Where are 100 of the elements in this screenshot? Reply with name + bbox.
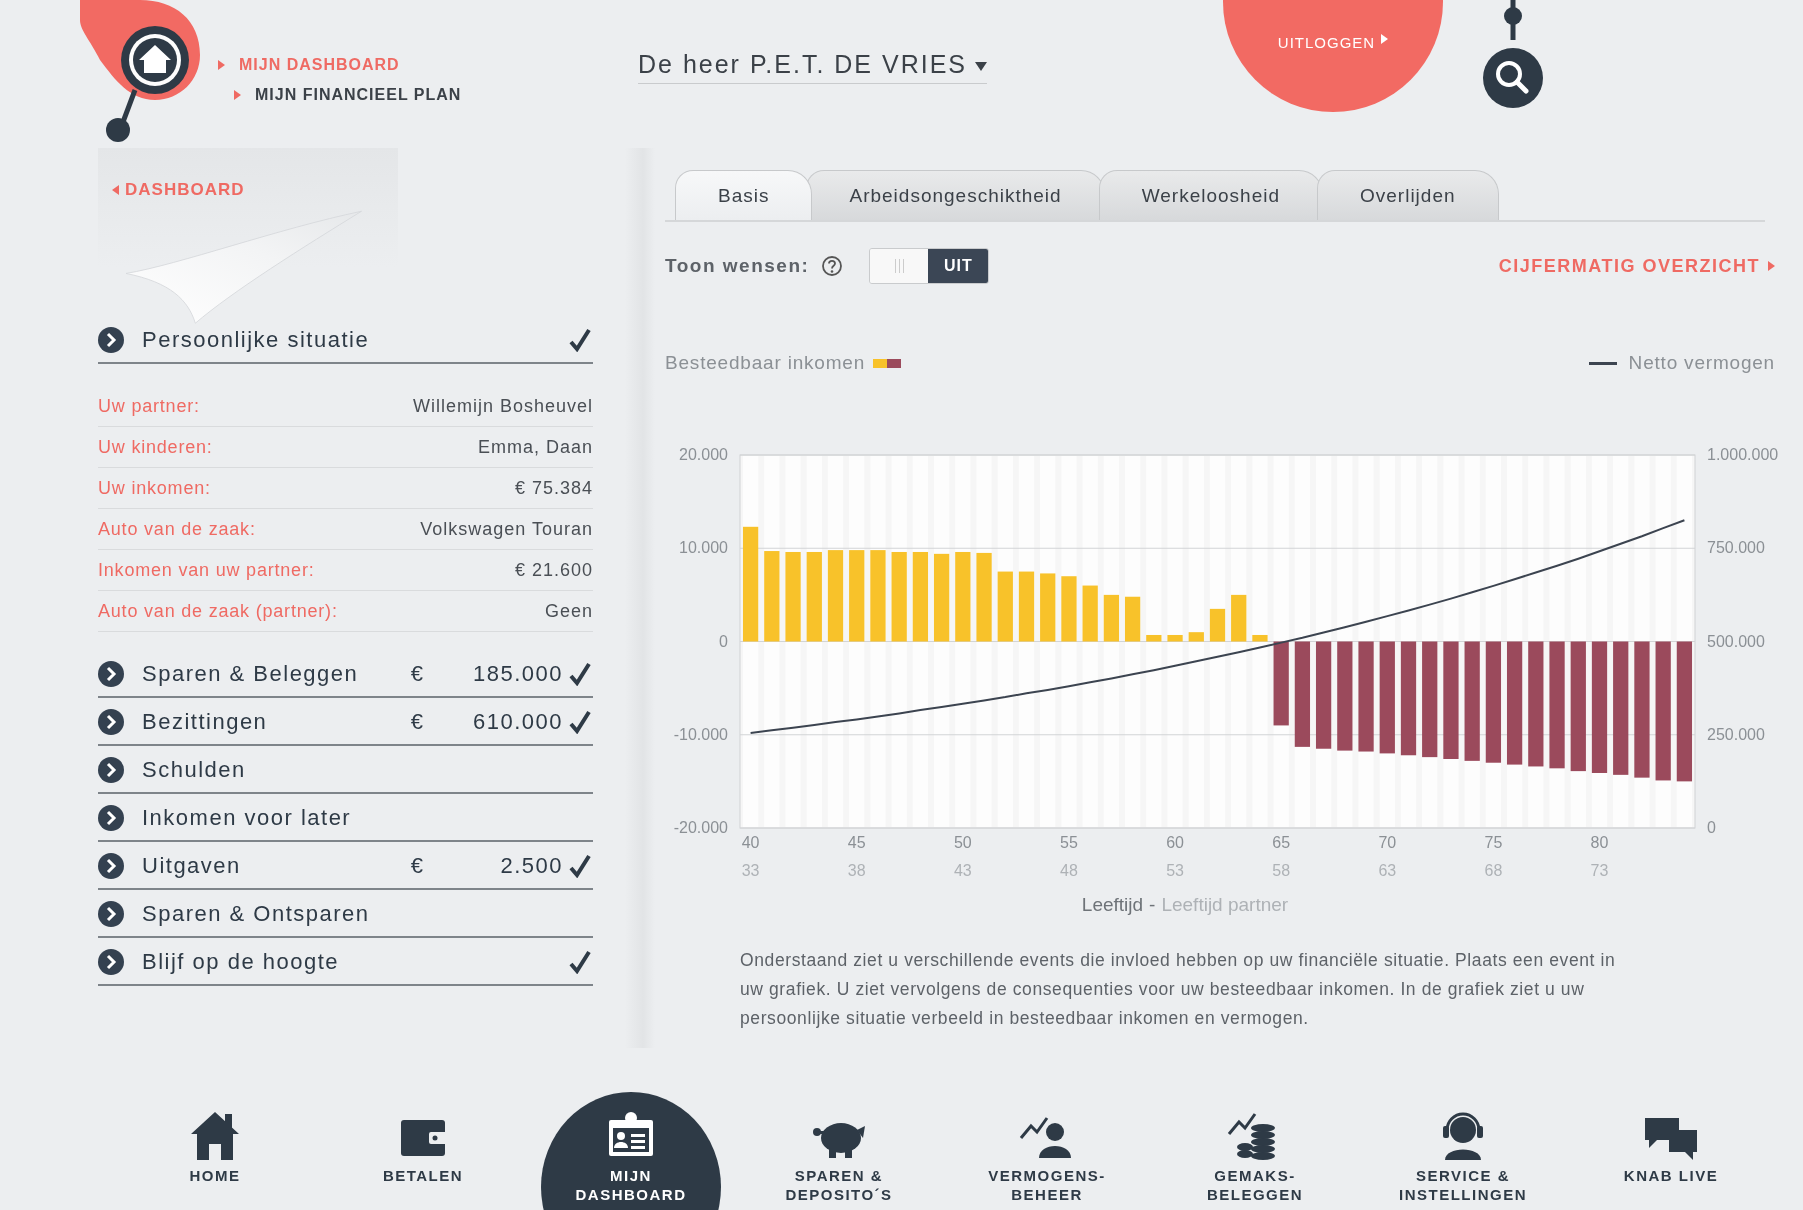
amount-value: 185.000 xyxy=(471,661,563,687)
chevron-icon xyxy=(98,949,124,975)
income-bar xyxy=(1146,634,1162,642)
x-axis-label: 45 xyxy=(847,834,866,851)
partner-age-label: 58 xyxy=(1272,862,1291,879)
partner-age-label: 63 xyxy=(1378,862,1397,879)
income-bar xyxy=(1040,573,1056,642)
axis-title: Leeftijd xyxy=(1081,894,1144,916)
detail-label: Uw partner: xyxy=(98,395,200,417)
caret-icon xyxy=(234,90,241,100)
chevron-icon xyxy=(98,805,124,831)
nav-item[interactable]: VERMOGENS-BEHEER xyxy=(943,1080,1151,1210)
check-icon xyxy=(569,662,591,686)
check-icon xyxy=(569,328,591,352)
x-axis-label: 60 xyxy=(1166,834,1184,851)
income-bar xyxy=(1167,634,1183,642)
detail-value: € 21.600 xyxy=(514,559,593,581)
chevron-icon xyxy=(98,327,124,353)
x-axis-label: 65 xyxy=(1272,834,1291,851)
nav-item[interactable]: SERVICE & INSTELLINGEN xyxy=(1359,1080,1567,1210)
toggle-label: Toon wensen: xyxy=(665,255,810,277)
help-icon xyxy=(821,255,844,277)
wishes-toggle[interactable]: UIT xyxy=(869,248,990,284)
y-axis-label: 1.000.000 xyxy=(1707,446,1779,463)
caret-icon xyxy=(112,185,119,195)
nav-item[interactable]: KNAB LIVE xyxy=(1567,1080,1775,1210)
section-row[interactable]: Sparen & Beleggen € 185.000 xyxy=(98,652,593,698)
section-row[interactable]: Sparen & Ontsparen xyxy=(98,892,593,938)
detail-label: Auto van de zaak: xyxy=(98,518,256,540)
nav-item[interactable]: MIJN DASHBOARD xyxy=(541,1092,721,1210)
chevron-icon xyxy=(98,853,124,879)
income-bar xyxy=(1252,634,1268,642)
section-label: Bezittingen xyxy=(142,709,269,735)
nav-item[interactable]: HOME xyxy=(111,1080,319,1210)
tab[interactable]: Overlijden xyxy=(1317,170,1499,220)
income-bar xyxy=(1061,576,1077,642)
y-axis-label: 750.000 xyxy=(1707,539,1765,557)
partner-age-label: 48 xyxy=(1060,862,1078,879)
detail-value: Emma, Daan xyxy=(477,436,593,458)
caret-icon xyxy=(1381,34,1389,44)
y-axis-label: 10.000 xyxy=(679,539,728,557)
x-axis-label: 50 xyxy=(953,834,972,851)
income-bar xyxy=(1188,632,1204,642)
section-label: Inkomen voor later xyxy=(142,805,353,831)
amount-value: 2.500 xyxy=(499,853,563,879)
y-axis-label: 20.000 xyxy=(679,446,728,463)
legend-label: Besteedbaar inkomen xyxy=(665,352,866,374)
caret-icon xyxy=(975,61,987,71)
partner-age-label: 73 xyxy=(1590,862,1609,879)
section-label: Blijf op de hoogte xyxy=(142,949,341,975)
section-label: Uitgaven xyxy=(142,853,242,879)
detail-label: Inkomen van uw partner: xyxy=(98,559,315,581)
currency-sign: € xyxy=(410,661,423,687)
check-icon xyxy=(569,710,591,734)
section-row[interactable]: Bezittingen € 610.000 xyxy=(98,700,593,746)
section-label: Sparen & Beleggen xyxy=(142,661,360,687)
detail-value: Willemijn Bosheuvel xyxy=(412,395,593,417)
detail-value: Geen xyxy=(544,600,593,622)
detail-value: Volkswagen Touran xyxy=(420,518,593,540)
y-axis-label: 0 xyxy=(1707,819,1716,836)
partner-age-label: 38 xyxy=(847,862,866,879)
y-axis-label: 250.000 xyxy=(1707,725,1765,743)
amount-value: 610.000 xyxy=(471,709,563,735)
section-label: Sparen & Ontsparen xyxy=(142,901,371,927)
section-row[interactable]: Inkomen voor later xyxy=(98,796,593,842)
detail-label: Uw kinderen: xyxy=(98,436,213,458)
detail-value: € 75.384 xyxy=(514,477,593,499)
axis-title: Leeftijd partner xyxy=(1161,894,1289,916)
breadcrumb-link[interactable]: MIJN FINANCIEEL PLAN xyxy=(234,86,638,104)
section-label: Persoonlijke situatie xyxy=(142,327,371,353)
legend-label: Netto vermogen xyxy=(1628,352,1775,374)
check-icon xyxy=(569,854,591,878)
x-axis-label: 70 xyxy=(1378,834,1397,851)
nav-item[interactable]: GEMAKS-BELEGGEN xyxy=(1151,1080,1359,1210)
section-row[interactable]: Schulden xyxy=(98,748,593,794)
chevron-icon xyxy=(98,661,124,687)
caret-icon xyxy=(218,60,225,70)
currency-sign: € xyxy=(410,709,423,735)
caret-icon xyxy=(1768,261,1775,271)
y-axis-label: -10.000 xyxy=(673,725,728,743)
axis-separator: - xyxy=(1149,894,1156,916)
detail-label: Auto van de zaak (partner): xyxy=(98,600,338,622)
chevron-icon xyxy=(98,757,124,783)
partner-age-label: 53 xyxy=(1166,862,1184,879)
nav-item[interactable]: BETALEN xyxy=(319,1080,527,1210)
x-axis-label: 75 xyxy=(1484,834,1503,851)
section-row[interactable]: Persoonlijke situatie xyxy=(98,318,593,364)
user-menu[interactable]: De heer P.E.T. DE VRIES xyxy=(638,50,987,84)
check-icon xyxy=(569,950,591,974)
section-row[interactable]: Uitgaven € 2.500 xyxy=(98,844,593,890)
x-axis-label: 80 xyxy=(1590,834,1609,851)
nav-item[interactable]: SPAREN & DEPOSITO´S xyxy=(735,1080,943,1210)
chevron-icon xyxy=(98,901,124,927)
section-row[interactable]: Blijf op de hoogte xyxy=(98,940,593,986)
currency-sign: € xyxy=(410,853,423,879)
partner-age-label: 33 xyxy=(741,862,760,879)
x-axis-label: 55 xyxy=(1060,834,1078,851)
tab[interactable]: Basis xyxy=(675,170,813,220)
detail-label: Uw inkomen: xyxy=(98,477,211,499)
y-axis-label: -20.000 xyxy=(673,819,728,836)
